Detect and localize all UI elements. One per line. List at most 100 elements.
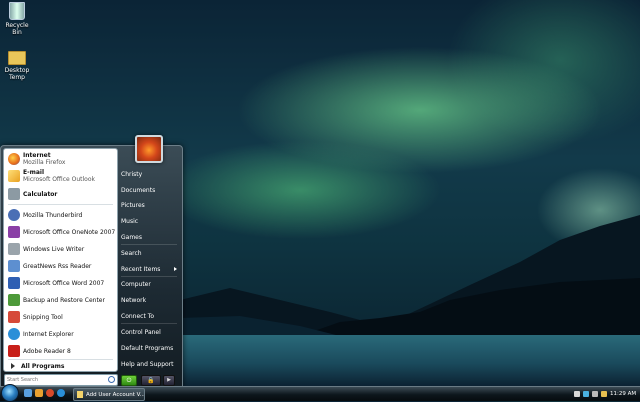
places-label: Computer xyxy=(121,280,151,288)
pinned-title: Internet xyxy=(23,152,51,159)
pinned-subtitle: Mozilla Firefox xyxy=(23,159,66,166)
search-icon xyxy=(108,376,115,383)
program-item-thunderbird[interactable]: Mozilla Thunderbird xyxy=(4,207,117,223)
program-label: Internet Explorer xyxy=(23,330,74,338)
word-icon xyxy=(8,277,20,289)
window-icon xyxy=(77,391,83,398)
pinned-item-email[interactable]: E-mail Microsoft Office Outlook xyxy=(4,168,117,184)
firefox-icon xyxy=(8,153,20,165)
all-programs-button[interactable]: All Programs xyxy=(4,361,117,371)
divider xyxy=(8,359,113,360)
chevron-right-icon xyxy=(174,267,177,271)
places-label: Recent Items xyxy=(121,265,161,273)
start-search-input[interactable] xyxy=(5,375,103,384)
places-item-help-and-support[interactable]: Help and Support xyxy=(121,358,177,370)
adobe-reader-icon xyxy=(8,345,20,357)
taskbar-button-add-user-account[interactable]: Add User Account V... xyxy=(73,388,145,401)
divider xyxy=(121,323,177,324)
lock-icon: 🔒 xyxy=(147,377,155,384)
power-status-icon[interactable] xyxy=(601,390,607,397)
places-label: Help and Support xyxy=(121,360,174,368)
program-label: Calculator xyxy=(23,190,58,198)
start-menu-programs-pane: Internet Mozilla Firefox E-mail Microsoft … xyxy=(3,148,118,372)
switch-windows-icon[interactable] xyxy=(35,389,43,397)
internet-explorer-quicklaunch-icon[interactable] xyxy=(57,389,65,397)
places-item-network[interactable]: Network xyxy=(121,294,177,306)
start-menu: Internet Mozilla Firefox E-mail Microsoft … xyxy=(0,145,183,388)
places-label: Search xyxy=(121,249,142,257)
recycle-bin-icon xyxy=(9,2,25,20)
places-label: Music xyxy=(121,217,139,225)
volume-icon[interactable] xyxy=(592,390,598,397)
places-item-christy[interactable]: Christy xyxy=(121,168,177,180)
thunderbird-icon xyxy=(8,209,20,221)
places-item-connect-to[interactable]: Connect To xyxy=(121,310,177,322)
firefox-quicklaunch-icon[interactable] xyxy=(46,389,54,397)
start-button[interactable] xyxy=(1,384,19,402)
places-item-recent-items[interactable]: Recent Items xyxy=(121,263,177,275)
start-search-box[interactable] xyxy=(4,374,118,386)
program-item-internet-explorer[interactable]: Internet Explorer xyxy=(4,326,117,342)
program-label: Backup and Restore Center xyxy=(23,296,105,304)
chevron-right-icon xyxy=(11,363,15,369)
outlook-icon xyxy=(8,170,20,182)
program-item-live-writer[interactable]: Windows Live Writer xyxy=(4,241,117,257)
places-label: Network xyxy=(121,296,147,304)
program-item-rss-reader[interactable]: GreatNews Rss Reader xyxy=(4,258,117,274)
program-item-onenote[interactable]: Microsoft Office OneNote 2007 xyxy=(4,224,117,240)
places-item-games[interactable]: Games xyxy=(121,231,177,243)
power-icon: ⏻ xyxy=(126,377,132,384)
program-item-snipping-tool[interactable]: Snipping Tool xyxy=(4,309,117,325)
clock[interactable]: 11:29 AM xyxy=(610,391,636,397)
places-item-control-panel[interactable]: Control Panel xyxy=(121,326,177,338)
program-label: Snipping Tool xyxy=(23,313,63,321)
program-item-calculator[interactable]: Calculator xyxy=(4,186,117,202)
program-label: Mozilla Thunderbird xyxy=(23,211,83,219)
lock-button[interactable]: 🔒 xyxy=(141,375,161,386)
program-label: GreatNews Rss Reader xyxy=(23,262,92,270)
program-item-word[interactable]: Microsoft Office Word 2007 xyxy=(4,275,117,291)
places-label: Pictures xyxy=(121,201,145,209)
desktop-icon-label: Recycle Bin xyxy=(5,22,29,36)
program-label: Microsoft Office OneNote 2007 xyxy=(23,228,116,236)
pinned-item-internet[interactable]: Internet Mozilla Firefox xyxy=(4,151,117,167)
divider xyxy=(121,244,177,245)
all-programs-label: All Programs xyxy=(21,362,65,370)
calculator-icon xyxy=(8,188,20,200)
power-button[interactable]: ⏻ xyxy=(121,375,137,386)
onenote-icon xyxy=(8,226,20,238)
shutdown-options-button[interactable]: ▶ xyxy=(163,375,175,386)
desktop-icon-recycle-bin[interactable]: Recycle Bin xyxy=(0,2,34,36)
program-label: Windows Live Writer xyxy=(23,245,85,253)
places-item-computer[interactable]: Computer xyxy=(121,278,177,290)
places-item-music[interactable]: Music xyxy=(121,215,177,227)
places-label: Christy xyxy=(121,170,143,178)
program-item-backup[interactable]: Backup and Restore Center xyxy=(4,292,117,308)
desktop-icon-label: Temp xyxy=(9,74,25,81)
places-label: Games xyxy=(121,233,142,241)
places-label: Documents xyxy=(121,186,156,194)
snipping-tool-icon xyxy=(8,311,20,323)
pinned-title: E-mail xyxy=(23,169,45,176)
show-desktop-icon[interactable] xyxy=(24,389,32,397)
chevron-right-icon: ▶ xyxy=(167,377,171,383)
program-label: Adobe Reader 8 xyxy=(23,347,71,355)
network-icon[interactable] xyxy=(583,390,589,397)
places-item-default-programs[interactable]: Default Programs xyxy=(121,342,177,354)
user-picture[interactable] xyxy=(135,135,163,163)
live-writer-icon xyxy=(8,243,20,255)
program-item-adobe-reader[interactable]: Adobe Reader 8 xyxy=(4,343,117,359)
system-tray: 11:29 AM xyxy=(574,388,640,399)
places-label: Default Programs xyxy=(121,344,174,352)
divider xyxy=(121,276,177,277)
places-item-search[interactable]: Search xyxy=(121,247,177,259)
desktop-icon-label: Desktop xyxy=(4,67,30,74)
rss-reader-icon xyxy=(8,260,20,272)
desktop-icon-desktop-temp[interactable]: Desktop Temp xyxy=(0,48,34,81)
places-item-pictures[interactable]: Pictures xyxy=(121,199,177,211)
divider xyxy=(8,204,113,205)
notification-icon[interactable] xyxy=(574,390,580,397)
places-item-documents[interactable]: Documents xyxy=(121,184,177,196)
places-label: Control Panel xyxy=(121,328,161,336)
internet-explorer-icon xyxy=(8,328,20,340)
